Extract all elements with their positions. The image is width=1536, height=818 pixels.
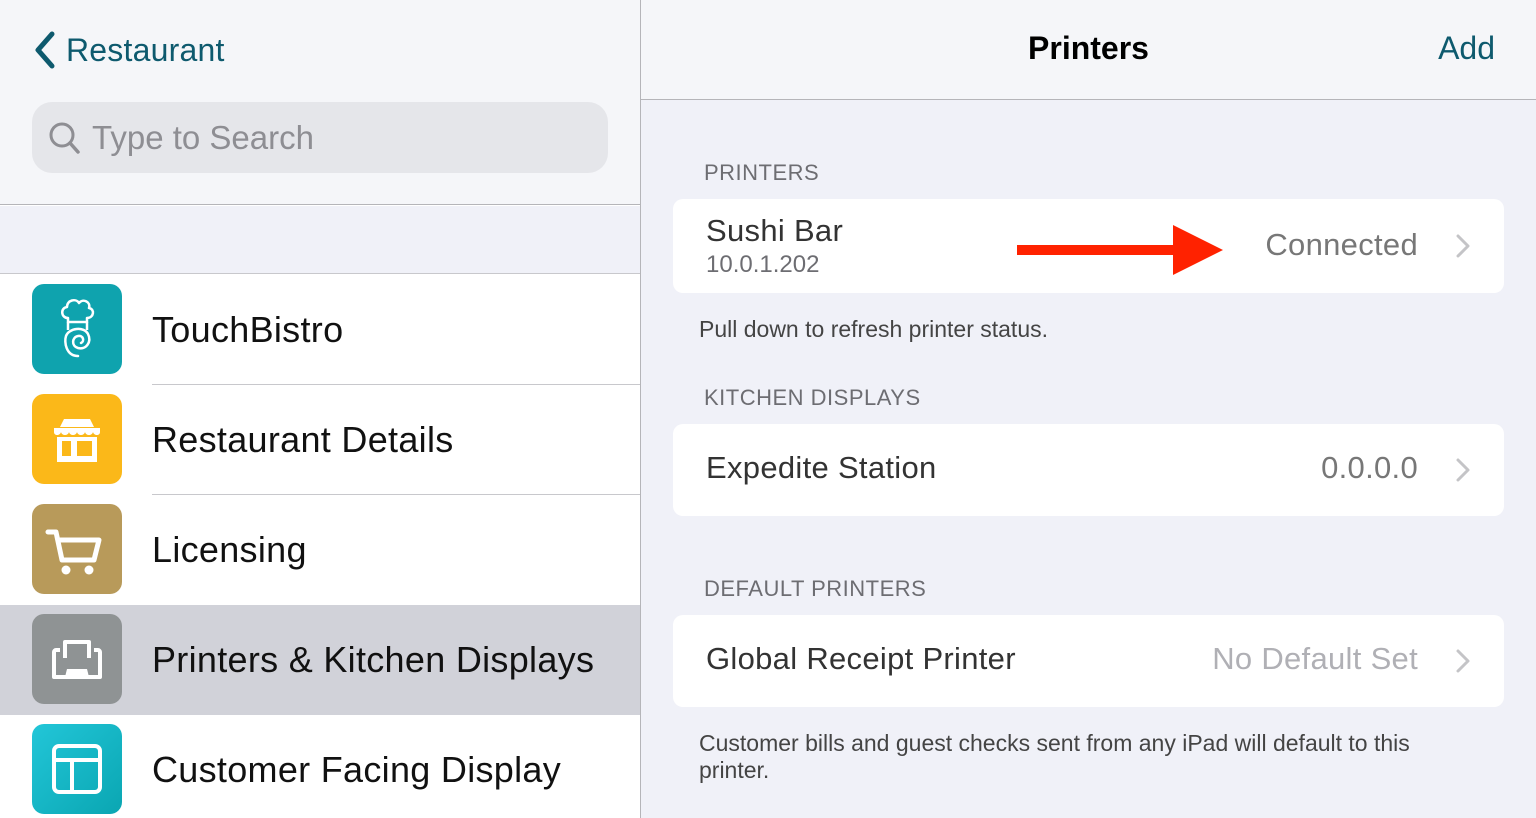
page-title: Printers	[1028, 30, 1149, 66]
sidebar-menu: TouchBistro Restaurant Details Licensing…	[0, 275, 640, 818]
default-printer-row-global-receipt[interactable]: Global Receipt Printer No Default Set	[673, 615, 1504, 707]
printer-name: Sushi Bar	[706, 213, 844, 248]
detail-pane: Printers Add PRINTERS Sushi Bar 10.0.1.2…	[641, 0, 1536, 818]
chevron-right-icon	[1456, 458, 1470, 482]
storefront-icon	[54, 419, 100, 462]
kitchen-display-name: Expedite Station	[706, 450, 937, 485]
sidebar-item-label: Restaurant Details	[152, 419, 454, 460]
restaurant-details-app-icon	[32, 394, 122, 484]
sidebar-header: Restaurant	[0, 0, 640, 205]
kitchen-display-ip: 0.0.0.0	[1321, 450, 1418, 485]
printer-ip: 10.0.1.202	[706, 251, 820, 278]
default-printers-footer-note: Customer bills and guest checks sent fro…	[699, 730, 1410, 783]
sidebar-item-touchbistro[interactable]: TouchBistro	[0, 275, 640, 385]
printer-status: Connected	[1265, 227, 1418, 262]
printers-footer-note: Pull down to refresh printer status.	[699, 316, 1048, 342]
sidebar-item-customer-facing-display[interactable]: Customer Facing Display	[0, 715, 640, 818]
printer-icon	[52, 640, 102, 679]
sidebar-item-label: TouchBistro	[152, 309, 344, 350]
section-header-printers: PRINTERS	[704, 160, 820, 185]
sidebar-item-restaurant-details[interactable]: Restaurant Details	[0, 385, 640, 495]
sidebar-item-licensing[interactable]: Licensing	[0, 495, 640, 605]
sidebar-item-label: Licensing	[152, 529, 307, 570]
navigation-bar: Printers Add	[641, 0, 1536, 100]
annotation-arrow-icon	[1017, 225, 1223, 275]
section-header-kitchen-displays: KITCHEN DISPLAYS	[704, 385, 921, 410]
sidebar-spacer	[0, 206, 640, 274]
kitchen-display-row-expedite-station[interactable]: Expedite Station 0.0.0.0	[673, 424, 1504, 516]
sidebar-item-printers-kitchen-displays[interactable]: Printers & Kitchen Displays	[0, 605, 640, 715]
sidebar-item-label: Customer Facing Display	[152, 749, 562, 790]
search-field[interactable]	[32, 102, 608, 173]
back-button[interactable]: Restaurant	[32, 28, 225, 72]
touchbistro-app-icon	[32, 284, 122, 374]
chevron-right-icon	[1456, 234, 1470, 258]
licensing-app-icon	[32, 504, 122, 594]
customer-facing-display-app-icon	[32, 724, 122, 814]
printers-app-icon	[32, 614, 122, 704]
sidebar-item-label: Printers & Kitchen Displays	[152, 639, 595, 680]
shopping-cart-icon	[45, 529, 102, 575]
section-header-default-printers: DEFAULT PRINTERS	[704, 576, 927, 601]
default-printer-value: No Default Set	[1212, 641, 1418, 676]
search-input[interactable]	[92, 118, 592, 157]
chef-spiral-icon	[61, 298, 95, 358]
back-label: Restaurant	[66, 31, 225, 68]
add-button[interactable]: Add	[1438, 30, 1495, 67]
default-printer-name: Global Receipt Printer	[706, 641, 1016, 676]
search-icon	[49, 122, 80, 154]
chevron-right-icon	[1456, 649, 1470, 673]
sidebar: Restaurant TouchBistro	[0, 0, 640, 818]
chevron-left-icon	[35, 31, 55, 69]
layout-panel-icon	[52, 744, 102, 794]
